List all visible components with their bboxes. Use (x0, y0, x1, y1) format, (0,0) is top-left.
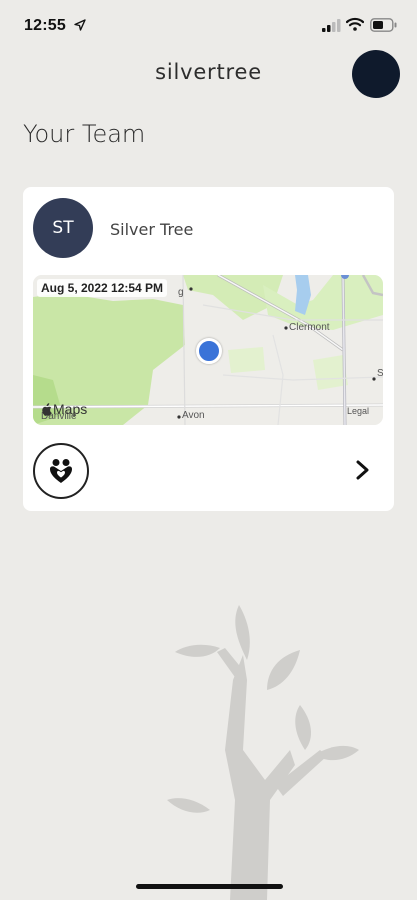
cellular-signal-icon (322, 19, 341, 32)
member-name: Silver Tree (110, 220, 194, 239)
map-label-clermont: Clermont (289, 322, 330, 333)
team-member-card[interactable]: ST Silver Tree Aug 5, 2022 12:54 PM g Cl… (23, 187, 394, 511)
map-label-avon: Avon (182, 410, 205, 421)
status-time: 12:55 (24, 17, 66, 34)
status-bar: 12:55 (0, 0, 417, 54)
tree-illustration (167, 605, 359, 900)
battery-icon (370, 18, 397, 32)
map-timestamp: Aug 5, 2022 12:54 PM (37, 279, 168, 297)
home-indicator[interactable] (136, 884, 283, 889)
maps-attribution: Maps (41, 401, 87, 417)
location-pin (196, 338, 222, 364)
map-label-s: S (377, 368, 383, 379)
page-title: Your Team (23, 120, 146, 148)
heart-hands-icon (50, 459, 72, 483)
profile-avatar[interactable] (352, 50, 400, 98)
location-arrow-icon (74, 19, 86, 31)
chevron-right-icon[interactable] (355, 459, 371, 481)
care-button[interactable] (33, 443, 89, 499)
map-label-g: g (178, 287, 184, 298)
wifi-icon (346, 17, 364, 31)
apple-logo-icon (42, 402, 52, 416)
location-map[interactable]: Aug 5, 2022 12:54 PM g Clermont Avon Dan… (33, 275, 383, 425)
legal-link[interactable]: Legal (347, 406, 369, 416)
maps-label: Maps (53, 401, 88, 417)
member-avatar: ST (33, 198, 93, 258)
